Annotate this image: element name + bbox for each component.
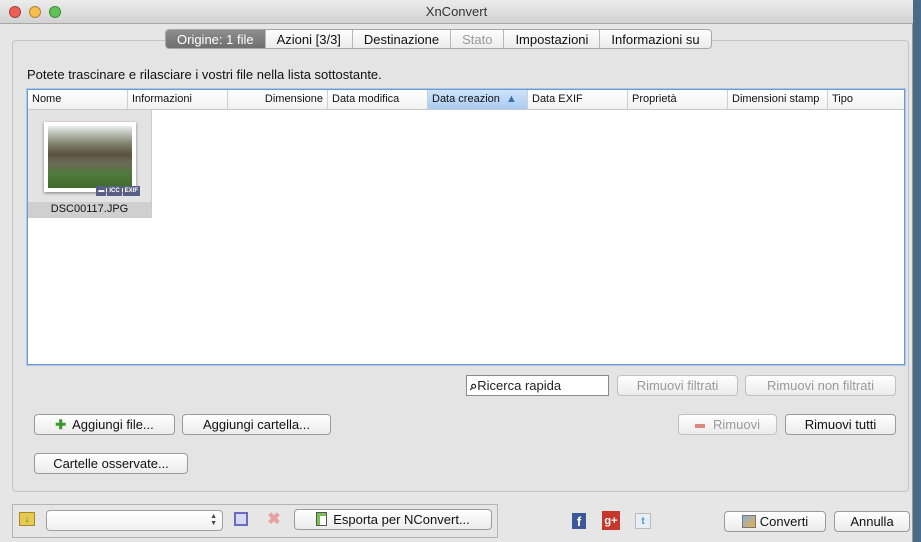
load-folder-icon[interactable]: ↓	[19, 512, 35, 526]
add-files-label: Aggiungi file...	[72, 417, 154, 432]
save-icon[interactable]	[234, 512, 248, 526]
badge-preview: ▬	[96, 186, 107, 196]
select-arrows-icon: ▲ ▼	[210, 513, 217, 527]
convert-button[interactable]: Converti	[724, 511, 826, 532]
file-name: DSC00117.JPG	[28, 202, 151, 217]
zoom-window-button[interactable]	[49, 6, 61, 18]
tab-origine[interactable]: Origine: 1 file	[166, 30, 266, 48]
cancel-button[interactable]: Annulla	[834, 511, 910, 532]
convert-icon	[741, 515, 756, 528]
table-header: Nome Informazioni Dimensione Data modifi…	[28, 90, 904, 110]
title-bar: XnConvert	[0, 0, 913, 24]
plus-icon: ✚	[55, 417, 67, 432]
remove-label: Rimuovi	[713, 417, 760, 432]
file-list[interactable]: Nome Informazioni Dimensione Data modifi…	[27, 89, 905, 365]
add-files-button[interactable]: ✚ Aggiungi file...	[34, 414, 175, 435]
col-data-creazione-label: Data creazion	[432, 93, 500, 105]
close-window-button[interactable]	[9, 6, 21, 18]
minus-icon	[695, 423, 706, 428]
remove-all-button[interactable]: Rimuovi tutti	[785, 414, 896, 435]
col-tipo[interactable]: Tipo	[828, 90, 906, 109]
col-data-creazione[interactable]: Data creazion ▲	[428, 90, 528, 109]
tab-impostazioni[interactable]: Impostazioni	[504, 30, 601, 48]
remove-button[interactable]: Rimuovi	[678, 414, 777, 435]
badge-icc: ICC	[107, 186, 122, 196]
badge-exif: EXIF	[122, 186, 140, 196]
export-nconvert-button[interactable]: Esporta per NConvert...	[294, 509, 492, 530]
convert-label: Converti	[759, 514, 809, 529]
quick-search-input[interactable]: ⌕Ricerca rapida	[466, 375, 609, 396]
delete-icon[interactable]: ✖	[266, 510, 282, 528]
remove-unfiltered-button[interactable]: Rimuovi non filtrati	[745, 375, 896, 396]
tab-bar: Origine: 1 file Azioni [3/3] Destinazion…	[165, 29, 712, 49]
tab-informazioni[interactable]: Informazioni su	[600, 30, 710, 48]
col-data-exif[interactable]: Data EXIF	[528, 90, 628, 109]
preset-select[interactable]: ▲ ▼	[46, 510, 223, 531]
twitter-icon[interactable]: t	[635, 513, 651, 529]
file-thumbnail: ▬ ICC EXIF	[44, 122, 140, 196]
watched-folders-button[interactable]: Cartelle osservate...	[34, 453, 188, 474]
col-proprieta[interactable]: Proprietà	[628, 90, 728, 109]
export-label: Esporta per NConvert...	[333, 512, 470, 527]
add-folder-button[interactable]: Aggiungi cartella...	[182, 414, 331, 435]
search-placeholder: Ricerca rapida	[477, 378, 562, 393]
remove-filtered-button[interactable]: Rimuovi filtrati	[617, 375, 738, 396]
tab-azioni[interactable]: Azioni [3/3]	[266, 30, 353, 48]
sort-ascending-icon: ▲	[505, 93, 517, 105]
google-plus-icon[interactable]: g+	[602, 511, 620, 530]
col-data-modifica[interactable]: Data modifica	[328, 90, 428, 109]
tab-destinazione[interactable]: Destinazione	[353, 30, 452, 48]
photo-image	[48, 126, 132, 188]
minimize-window-button[interactable]	[29, 6, 41, 18]
col-informazioni[interactable]: Informazioni	[128, 90, 228, 109]
file-tile[interactable]: ▬ ICC EXIF DSC00117.JPG	[28, 110, 152, 218]
app-window: XnConvert Origine: 1 file Azioni [3/3] D…	[0, 0, 913, 542]
col-dimensioni-stampa[interactable]: Dimensioni stamp	[728, 90, 828, 109]
drop-hint: Potete trascinare e rilasciare i vostri …	[27, 67, 382, 82]
window-title: XnConvert	[425, 4, 488, 19]
col-nome[interactable]: Nome	[28, 90, 128, 109]
col-dimensione[interactable]: Dimensione	[228, 90, 328, 109]
file-badges: ▬ ICC EXIF	[96, 186, 140, 196]
export-icon	[316, 512, 328, 526]
facebook-icon[interactable]: f	[572, 513, 586, 529]
tab-stato[interactable]: Stato	[451, 30, 505, 48]
